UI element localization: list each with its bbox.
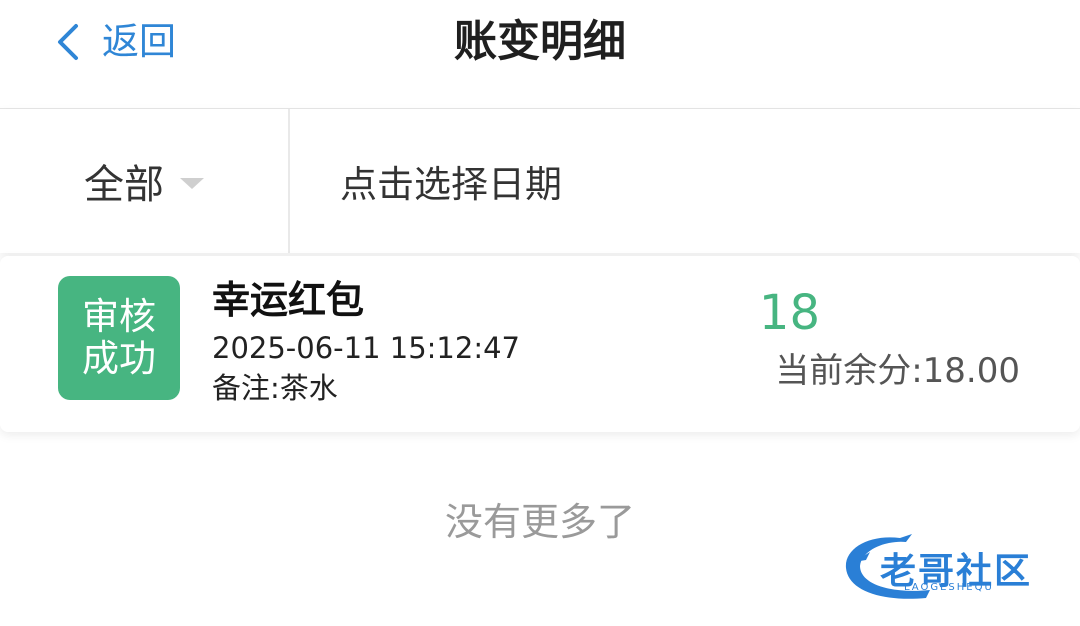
record-time: 2025-06-11 15:12:47 [212,331,520,365]
status-badge-line2: 成功 [82,337,156,380]
top-bar: 返回 账变明细 [0,0,1080,109]
record-card[interactable]: 审核 成功 幸运红包 2025-06-11 15:12:47 备注:茶水 18 … [0,256,1080,432]
caret-down-icon [180,177,204,189]
record-amount: 18 [758,285,820,341]
record-title: 幸运红包 [212,278,365,322]
type-filter-dropdown[interactable]: 全部 [0,109,288,253]
record-balance: 当前余分:18.00 [775,351,1020,391]
status-badge: 审核 成功 [58,276,180,400]
page-title: 账变明细 [454,17,626,67]
filter-bar: 全部 点击选择日期 [0,109,1080,253]
filter-divider [288,109,290,253]
watermark-subtext: LAOGESHEQU [904,582,994,593]
date-picker[interactable]: 点击选择日期 [340,109,562,253]
record-note: 备注:茶水 [212,371,338,405]
watermark-logo: 老哥社区 LAOGESHEQU [840,528,1070,602]
status-badge-line1: 审核 [82,295,156,338]
type-filter-label: 全部 [84,162,164,208]
